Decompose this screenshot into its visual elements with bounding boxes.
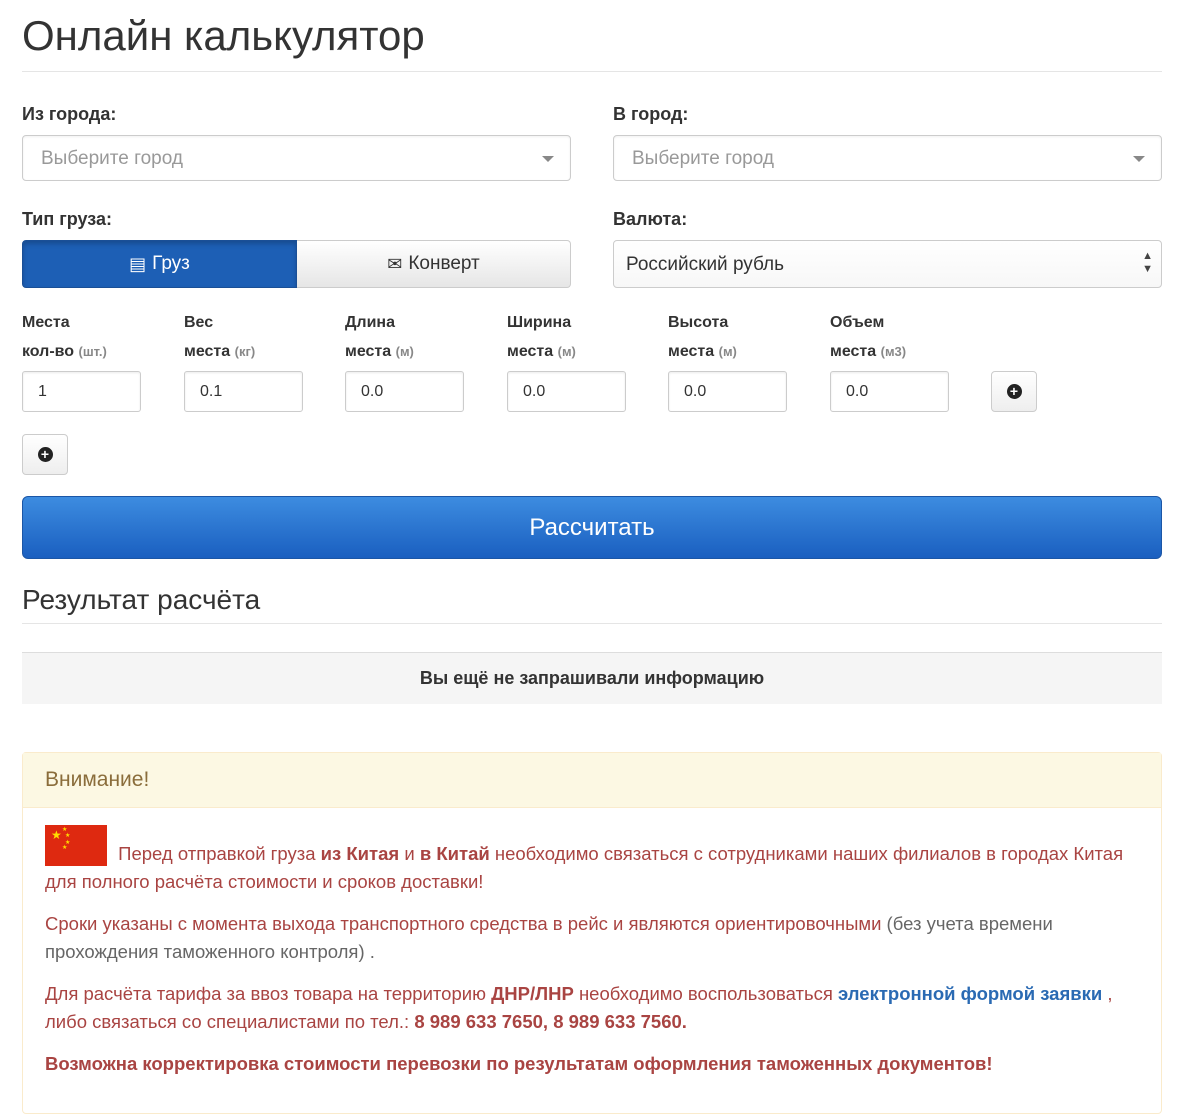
dnr-lnr-notice: Для расчёта тарифа за ввоз товара на тер…: [45, 980, 1135, 1036]
col-title: Объем: [830, 314, 885, 331]
chevron-down-icon: [1133, 156, 1145, 162]
from-city-select[interactable]: Выберите город: [22, 135, 571, 181]
col-unit: (м3): [880, 344, 907, 359]
chevron-down-icon: [542, 156, 554, 162]
places-col-length: Длина места (м) 0.0: [345, 313, 464, 412]
add-dimension-button[interactable]: +: [991, 371, 1037, 412]
cargo-type-cargo-label: Груз: [152, 253, 190, 274]
height-input[interactable]: 0.0: [668, 371, 787, 412]
envelope-icon: ✉: [387, 253, 403, 274]
plus-circle-icon: +: [1006, 384, 1022, 399]
col-unit: (м): [557, 344, 576, 359]
weight-input[interactable]: 0.1: [184, 371, 303, 412]
col-subtitle: места (м): [668, 343, 737, 360]
warning-body: ★ ★ ★ ★ ★ Перед отправкой груза из Китая и в…: [45, 825, 1135, 1092]
width-input[interactable]: 0.0: [507, 371, 626, 412]
barcode-icon: ▤: [129, 253, 147, 274]
warning-heading: Внимание!: [23, 753, 1161, 808]
places-col-height: Высота места (м) 0.0: [668, 313, 787, 412]
notice-text: необходимо воспользоваться: [573, 983, 839, 1004]
col-subtitle: места (м): [507, 343, 576, 360]
col-title: Ширина: [507, 314, 572, 331]
places-col-count: Места кол-во (шт.) 1: [22, 313, 141, 412]
to-city-label: В город:: [613, 104, 689, 124]
select-arrows-icon: ▲ ▼: [1142, 250, 1153, 275]
cargo-type-envelope-label: Конверт: [408, 253, 480, 274]
from-city-label: Из города:: [22, 104, 117, 124]
terms-notice: Сроки указаны с момента выхода транспорт…: [45, 910, 1135, 966]
places-col-weight: Вес места (кг) 0.1: [184, 313, 303, 412]
notice-bold: в Китай: [419, 843, 490, 864]
volume-input[interactable]: 0.0: [830, 371, 949, 412]
phone-numbers: 8 989 633 7650, 8 989 633 7560.: [414, 1011, 687, 1032]
col-unit: (м): [718, 344, 737, 359]
currency-value: Российский рубль: [626, 254, 785, 275]
col-title: Места: [22, 314, 70, 331]
places-col-volume: Объем места (м3) 0.0: [830, 313, 949, 412]
title-divider: [22, 71, 1162, 72]
request-form-link[interactable]: электронной формой заявки: [838, 983, 1102, 1004]
currency-select[interactable]: Российский рубль ▲ ▼: [613, 240, 1162, 288]
result-title: Результат расчёта: [22, 584, 261, 615]
col-unit: (м): [395, 344, 414, 359]
col-subtitle: места (м): [345, 343, 414, 360]
currency-label: Валюта:: [613, 209, 688, 229]
notice-bold: ДНР/ЛНР: [491, 983, 574, 1004]
count-input[interactable]: 1: [22, 371, 141, 412]
notice-text: Для расчёта тарифа за ввоз товара на тер…: [45, 983, 492, 1004]
from-city-placeholder: Выберите город: [41, 148, 183, 169]
add-place-button[interactable]: +: [22, 434, 68, 475]
notice-text: Сроки указаны с момента выхода транспорт…: [45, 913, 882, 934]
to-city-placeholder: Выберите город: [632, 148, 774, 169]
col-subtitle: места (кг): [184, 343, 256, 360]
to-city-select[interactable]: Выберите город: [613, 135, 1162, 181]
notice-bold: из Китая: [320, 843, 400, 864]
calculate-button[interactable]: Рассчитать: [22, 496, 1162, 559]
cargo-type-label: Тип груза:: [22, 209, 112, 229]
cargo-type-envelope-button[interactable]: ✉ Конверт: [297, 240, 571, 288]
col-subtitle: кол-во (шт.): [22, 343, 107, 360]
col-subtitle: места (м3): [830, 343, 907, 360]
china-flag-icon: ★ ★ ★ ★ ★: [45, 825, 107, 866]
customs-notice: Возможна корректировка стоимости перевоз…: [45, 1050, 1135, 1078]
plus-circle-icon: +: [37, 447, 53, 462]
col-unit: (шт.): [78, 344, 107, 359]
cargo-type-cargo-button[interactable]: ▤ Груз: [22, 240, 297, 288]
customs-notice-text: Возможна корректировка стоимости перевоз…: [45, 1053, 993, 1074]
length-input[interactable]: 0.0: [345, 371, 464, 412]
notice-text: Перед отправкой груза: [118, 843, 321, 864]
col-title: Вес: [184, 314, 214, 331]
col-unit: (кг): [234, 344, 256, 359]
col-title: Высота: [668, 314, 729, 331]
warning-panel: Внимание! ★ ★ ★ ★ ★ Перед отправкой груза из…: [22, 752, 1162, 1114]
col-title: Длина: [345, 314, 395, 331]
china-notice: ★ ★ ★ ★ ★ Перед отправкой груза из Китая и в…: [45, 825, 1135, 896]
result-empty-message: Вы ещё не запрашивали информацию: [22, 652, 1162, 704]
places-col-width: Ширина места (м) 0.0: [507, 313, 626, 412]
result-divider: [22, 623, 1162, 624]
notice-text: и: [399, 843, 420, 864]
page-title: Онлайн калькулятор: [22, 12, 425, 59]
